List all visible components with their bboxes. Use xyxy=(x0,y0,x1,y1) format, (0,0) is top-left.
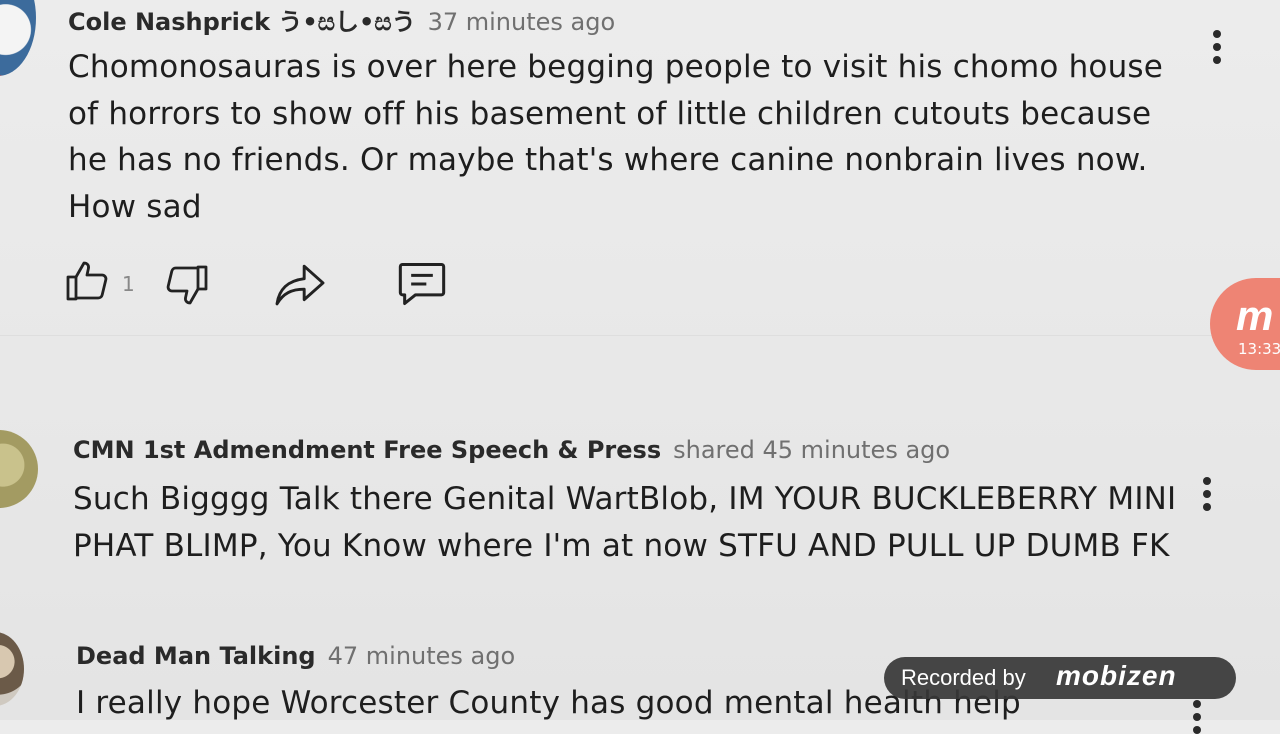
share-icon xyxy=(275,264,325,306)
recorder-logo-icon: m xyxy=(1236,292,1274,339)
author-name[interactable]: Dead Man Talking xyxy=(76,642,316,670)
author-name[interactable]: Cole Nashprick う•සし•සう xyxy=(68,8,416,36)
comment-meta: CMN 1st Admendment Free Speech & Press sh… xyxy=(73,436,950,464)
thumbs-down-icon xyxy=(166,265,208,305)
recorder-timer: 13:33 xyxy=(1238,340,1280,358)
reply-icon xyxy=(398,262,446,306)
thumbs-up-icon xyxy=(66,261,108,301)
share-button[interactable] xyxy=(274,262,326,312)
comment-text: Chomonosauras is over here begging peopl… xyxy=(68,44,1163,230)
recorder-brand: mobizen xyxy=(1056,660,1177,691)
like-button[interactable]: 1 xyxy=(64,256,135,310)
comment-line: he has no friends. Or maybe that's where… xyxy=(68,142,1148,178)
like-count: 1 xyxy=(122,272,135,296)
dislike-button[interactable] xyxy=(162,260,210,314)
more-options-button[interactable] xyxy=(1213,30,1223,64)
timestamp: 37 minutes ago xyxy=(427,8,616,36)
comment-text: Such Bigggg Talk there Genital WartBlob,… xyxy=(73,476,1176,569)
screen-recorder-bubble[interactable]: m 13:33 xyxy=(1210,278,1280,370)
author-name[interactable]: CMN 1st Admendment Free Speech & Press xyxy=(73,436,661,464)
comment-line: PHAT BLIMP, You Know where I'm at now ST… xyxy=(73,527,1170,564)
recorded-by-watermark: Recorded by mobizen xyxy=(884,657,1236,699)
comment-meta: Dead Man Talking 47 minutes ago xyxy=(76,642,515,670)
more-options-button[interactable] xyxy=(1203,477,1213,511)
comment-line: of horrors to show off his basement of l… xyxy=(68,95,1152,132)
comment-line: Such Bigggg Talk there Genital WartBlob,… xyxy=(73,481,1177,517)
recorded-label: Recorded by xyxy=(901,665,1026,690)
comment-line: Chomonosauras is over here begging peopl… xyxy=(68,49,1164,85)
comment-meta: Cole Nashprick う•සし•සう 37 minutes ago xyxy=(68,2,615,37)
avatar[interactable] xyxy=(0,632,24,706)
avatar[interactable] xyxy=(0,0,36,76)
divider xyxy=(0,335,1280,336)
more-vert-icon xyxy=(1203,477,1211,485)
timestamp: shared 45 minutes ago xyxy=(673,436,951,464)
more-vert-icon xyxy=(1193,700,1201,708)
more-options-button[interactable] xyxy=(1193,700,1203,734)
avatar[interactable] xyxy=(0,430,38,508)
reply-button[interactable] xyxy=(396,260,448,312)
comment-line: How sad xyxy=(68,188,202,225)
more-vert-icon xyxy=(1213,30,1221,38)
timestamp: 47 minutes ago xyxy=(327,642,516,670)
